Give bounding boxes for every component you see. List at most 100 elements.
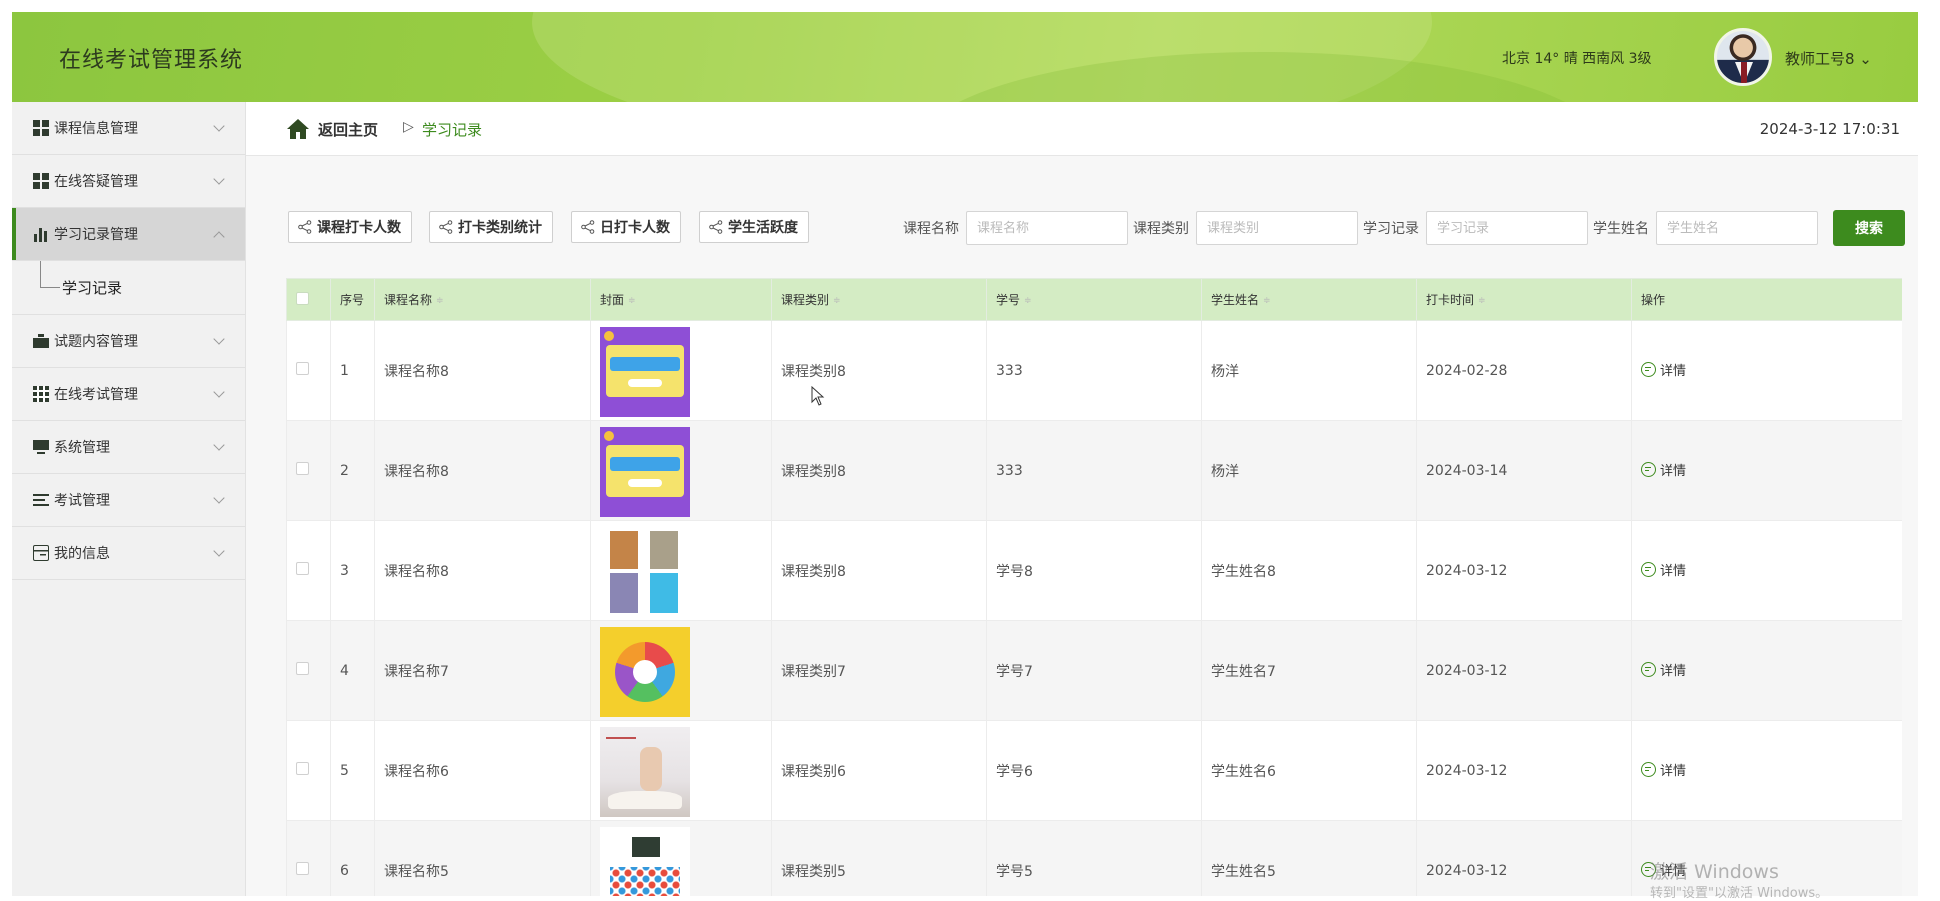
grid-icon [33, 173, 49, 189]
share-icon [298, 220, 312, 234]
row-select-cell[interactable] [286, 420, 331, 521]
cover-image[interactable] [600, 326, 690, 417]
cell-course-name: 课程名称8 [374, 320, 591, 421]
cell-course-name: 课程名称5 [374, 820, 591, 896]
detail-icon [1641, 462, 1656, 477]
detail-button[interactable]: 详情 [1641, 560, 1686, 579]
detail-button[interactable]: 详情 [1641, 660, 1686, 679]
user-menu[interactable]: 教师工号8 ⌄ [1785, 48, 1872, 69]
sort-icon[interactable]: ≑ [1263, 296, 1271, 306]
row-checkbox[interactable] [296, 462, 309, 475]
row-select-cell[interactable] [286, 620, 331, 721]
chevron-down-icon [213, 386, 225, 398]
cell-course-type: 课程类别7 [771, 620, 987, 721]
button-label: 学生活跃度 [728, 220, 798, 236]
cell-cover [590, 820, 772, 896]
row-checkbox[interactable] [296, 562, 309, 575]
column-header-student-no[interactable]: 学号 ≑ [986, 278, 1202, 321]
row-select-cell[interactable] [286, 520, 331, 621]
row-checkbox[interactable] [296, 862, 309, 875]
cell-course-type: 课程类别8 [771, 320, 987, 421]
cell-student-name: 学生姓名7 [1201, 620, 1417, 721]
sidebar-item-exam[interactable]: 考试管理 [12, 474, 245, 527]
cell-index: 4 [330, 620, 375, 721]
column-header-student-name[interactable]: 学生姓名 ≑ [1201, 278, 1417, 321]
weather-info: 北京 14° 晴 西南风 3级 [1502, 51, 1652, 67]
card-icon [33, 545, 49, 561]
sort-icon[interactable]: ≑ [628, 296, 636, 306]
cover-image[interactable] [600, 826, 690, 896]
cell-student-name: 学生姓名5 [1201, 820, 1417, 896]
row-checkbox[interactable] [296, 762, 309, 775]
sort-icon[interactable]: ≑ [436, 296, 444, 306]
detail-button[interactable]: 详情 [1641, 360, 1686, 379]
breadcrumb-home-link[interactable]: 返回主页 [318, 119, 378, 140]
table-header-row: 序号 课程名称 ≑ 封面 ≑ 课程类别 ≑ 学号 ≑ 学生姓名 ≑ 打卡时间 ≑ 操作 [286, 278, 1902, 321]
sidebar-item-course-info[interactable]: 课程信息管理 [12, 102, 245, 155]
detail-label: 详情 [1660, 764, 1687, 779]
column-header-index: 序号 [330, 278, 375, 321]
cover-image[interactable] [600, 626, 690, 717]
cell-student-name: 杨洋 [1201, 320, 1417, 421]
detail-label: 详情 [1660, 664, 1687, 679]
column-header-checkin-time[interactable]: 打卡时间 ≑ [1416, 278, 1632, 321]
course-type-input[interactable] [1196, 211, 1358, 245]
column-header-course-name[interactable]: 课程名称 ≑ [374, 278, 591, 321]
cell-student-name: 学生姓名8 [1201, 520, 1417, 621]
row-select-cell[interactable] [286, 820, 331, 896]
daily-checkin-count-button[interactable]: 日打卡人数 [571, 211, 681, 243]
sort-icon[interactable]: ≑ [1478, 296, 1486, 306]
bar-chart-icon [33, 226, 49, 242]
sidebar-subitem-study-record[interactable]: 学习记录 [12, 261, 245, 315]
sidebar-item-study-records[interactable]: 学习记录管理 [12, 208, 245, 261]
column-header-cover[interactable]: 封面 ≑ [590, 278, 772, 321]
cell-student-no: 学号5 [986, 820, 1202, 896]
detail-icon [1641, 562, 1656, 577]
sidebar-item-my-info[interactable]: 我的信息 [12, 527, 245, 580]
sidebar-item-online-qa[interactable]: 在线答疑管理 [12, 155, 245, 208]
chevron-down-icon [213, 545, 225, 557]
cover-image[interactable] [600, 526, 690, 617]
search-button[interactable]: 搜索 [1833, 210, 1905, 246]
row-checkbox[interactable] [296, 662, 309, 675]
sidebar-item-system[interactable]: 系统管理 [12, 421, 245, 474]
select-all-header[interactable] [286, 278, 331, 321]
student-name-input[interactable] [1656, 211, 1818, 245]
cover-image[interactable] [600, 726, 690, 817]
cell-checkin-time: 2024-03-12 [1416, 820, 1632, 896]
header-label: 学生姓名 [1211, 293, 1260, 307]
filter-label-course-type: 课程类别 [1133, 221, 1189, 237]
sort-icon[interactable]: ≑ [1024, 296, 1032, 306]
sort-icon[interactable]: ≑ [833, 296, 841, 306]
cover-image[interactable] [600, 426, 690, 517]
cell-checkin-time: 2024-03-14 [1416, 420, 1632, 521]
course-name-input[interactable] [966, 211, 1128, 245]
course-checkin-count-button[interactable]: 课程打卡人数 [288, 211, 412, 243]
study-record-input[interactable] [1426, 211, 1588, 245]
row-select-cell[interactable] [286, 720, 331, 821]
select-all-checkbox[interactable] [296, 291, 309, 305]
cell-course-type: 课程类别8 [771, 420, 987, 521]
sidebar-item-online-exam[interactable]: 在线考试管理 [12, 368, 245, 421]
sidebar-item-question-content[interactable]: 试题内容管理 [12, 315, 245, 368]
student-activity-button[interactable]: 学生活跃度 [699, 211, 809, 243]
header-label: 课程名称 [384, 293, 433, 307]
detail-button[interactable]: 详情 [1641, 460, 1686, 479]
detail-button[interactable]: 详情 [1641, 760, 1686, 779]
home-icon[interactable] [286, 118, 310, 140]
avatar[interactable] [1714, 28, 1772, 86]
detail-icon [1641, 662, 1656, 677]
toolbar: 课程打卡人数 打卡类别统计 日打卡人数 学生活跃度 课程名称 课程类别 学习记录… [246, 156, 1918, 286]
row-checkbox[interactable] [296, 362, 309, 375]
windows-watermark: 激活 Windows [1650, 861, 1779, 883]
button-label: 日打卡人数 [600, 220, 670, 236]
row-select-cell[interactable] [286, 320, 331, 421]
cell-index: 1 [330, 320, 375, 421]
sidebar-item-label: 在线答疑管理 [54, 174, 138, 190]
app-window: 在线考试管理系统 北京 14° 晴 西南风 3级 教师工号8 ⌄ 课程信息管理 … [12, 12, 1918, 896]
chevron-up-icon [213, 231, 225, 243]
checkin-type-stats-button[interactable]: 打卡类别统计 [429, 211, 553, 243]
cell-index: 5 [330, 720, 375, 821]
cell-course-type: 课程类别5 [771, 820, 987, 896]
column-header-course-type[interactable]: 课程类别 ≑ [771, 278, 987, 321]
